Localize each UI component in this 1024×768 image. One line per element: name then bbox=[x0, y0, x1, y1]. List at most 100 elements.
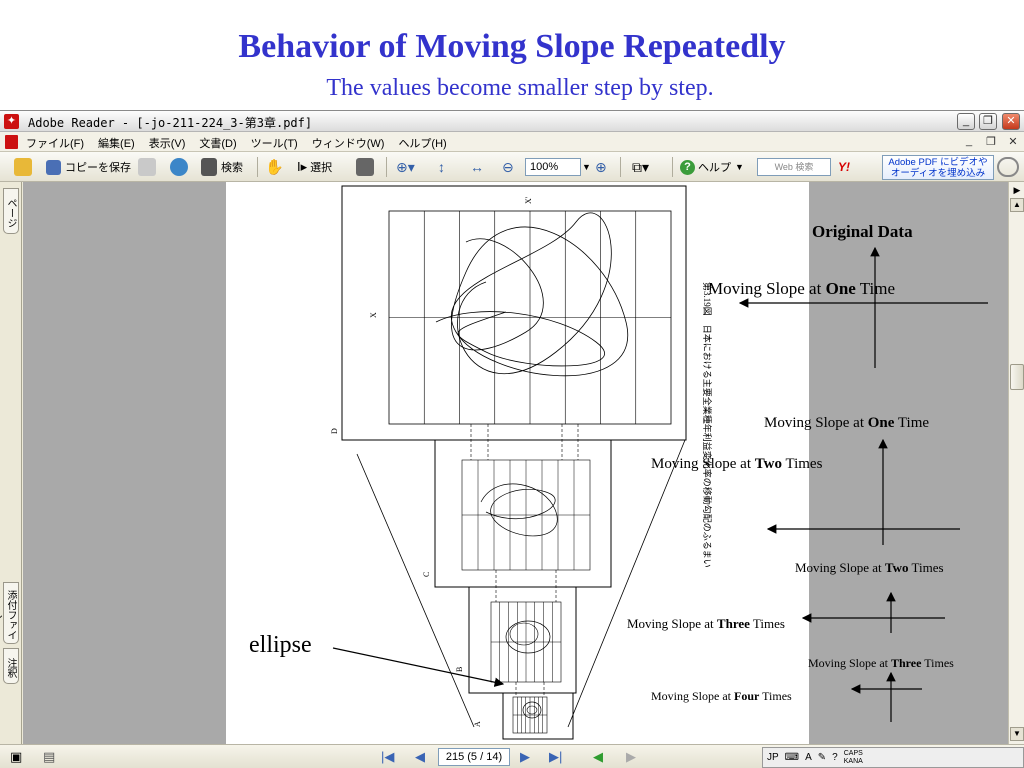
save-copy-label: コピーを保存 bbox=[65, 162, 131, 174]
save-icon bbox=[46, 159, 61, 175]
pen-icon[interactable]: ✎ bbox=[818, 752, 826, 763]
fit-page-icon: ↕ bbox=[438, 159, 445, 175]
search-button[interactable]: 検索 bbox=[201, 157, 243, 177]
camera-icon bbox=[356, 158, 374, 176]
scroll-down-icon[interactable]: ▼ bbox=[1010, 727, 1024, 741]
previous-page-icon[interactable]: ◀ bbox=[415, 749, 425, 765]
adobe-logo-icon bbox=[997, 157, 1019, 177]
document-icon[interactable] bbox=[5, 135, 18, 149]
chevron-down-icon: ▼ bbox=[735, 162, 744, 172]
adobe-reader-icon: ✦ bbox=[4, 114, 19, 129]
chevron-down-icon: ▼ bbox=[582, 162, 591, 172]
panel-label-d: D bbox=[330, 428, 339, 434]
menu-document[interactable]: 文書(D) bbox=[199, 135, 236, 151]
yahoo-search-button[interactable]: Y! bbox=[838, 157, 850, 177]
adobe-logo bbox=[997, 157, 1019, 177]
minimize-button[interactable]: _ bbox=[957, 113, 975, 130]
slide-subtitle: The values become smaller step by step. bbox=[326, 75, 714, 101]
open-button[interactable] bbox=[14, 157, 32, 177]
scroll-thumb[interactable] bbox=[1010, 364, 1024, 390]
fit-width-button[interactable]: ↔ bbox=[470, 157, 484, 177]
fit-page-button[interactable]: ↕ bbox=[438, 157, 445, 177]
zoom-out-button[interactable]: ⊖ bbox=[502, 157, 514, 177]
pages-view-button[interactable]: ⧉▾ bbox=[632, 157, 649, 177]
doc-restore-icon[interactable]: ❐ bbox=[984, 135, 998, 148]
ime-mode[interactable]: A bbox=[805, 752, 812, 763]
figure-caption: 第3.19図 日本における主要全業種年利益変化率の移動勾配のふるまい bbox=[702, 282, 713, 568]
close-button[interactable]: ✕ bbox=[1002, 113, 1020, 130]
scroll-right-icon[interactable]: ▶ bbox=[1010, 184, 1024, 198]
help-icon[interactable]: ? bbox=[832, 752, 838, 763]
zoom-out-icon: ⊖ bbox=[502, 158, 514, 175]
panel-label-c: C bbox=[422, 572, 431, 577]
tab-pages[interactable]: ページ bbox=[3, 188, 19, 234]
pdf-page: D X X' C B A 第3.19図 日本における主要全業種年利益変化率の移動… bbox=[226, 182, 809, 744]
window-title: Adobe Reader - [-jo-211-224_3-第3章.pdf] bbox=[28, 116, 313, 130]
scroll-up-icon[interactable]: ▲ bbox=[1010, 198, 1024, 212]
zoom-in-button[interactable]: ⊕ bbox=[595, 157, 607, 177]
navigation-panel: ページ 添付ファイル 注釈 bbox=[0, 182, 22, 744]
zoom-dropdown[interactable]: ▼ bbox=[582, 157, 591, 177]
email-icon bbox=[170, 158, 188, 176]
back-view-icon[interactable]: ◀ bbox=[593, 749, 603, 765]
menu-bar: ファイル(F) 編集(E) 表示(V) 文書(D) ツール(T) ウィンドウ(W… bbox=[0, 132, 1024, 152]
first-page-icon[interactable]: |◀ bbox=[381, 749, 394, 765]
fit-width-icon: ↔ bbox=[470, 159, 484, 175]
hand-tool-button[interactable]: ✋ bbox=[265, 157, 284, 177]
ime-toolbar[interactable]: JP ⌨ A ✎ ? CAPS KANA bbox=[762, 747, 1024, 768]
printer-icon bbox=[138, 158, 156, 176]
menu-edit[interactable]: 編集(E) bbox=[98, 135, 135, 151]
hand-icon: ✋ bbox=[265, 159, 284, 176]
binoculars-icon bbox=[201, 158, 217, 176]
next-page-icon[interactable]: ▶ bbox=[520, 749, 530, 765]
axis-y-label: X' bbox=[524, 196, 533, 204]
status-bar: ▣ ▤ |◀ ◀ 215 (5 / 14) ▶ ▶| ◀ ▶ JP ⌨ A ✎ … bbox=[0, 744, 1024, 768]
help-button[interactable]: ? ヘルプ ▼ bbox=[680, 157, 744, 177]
slide-title: Behavior of Moving Slope Repeatedly bbox=[238, 28, 786, 65]
select-label: 選択 bbox=[310, 162, 333, 174]
tab-comments[interactable]: 注釈 bbox=[3, 648, 19, 684]
search-label: 検索 bbox=[221, 162, 243, 174]
menu-view[interactable]: 表示(V) bbox=[149, 135, 186, 151]
zoom-in-icon: ⊕ bbox=[595, 158, 607, 175]
last-page-icon[interactable]: ▶| bbox=[549, 749, 562, 765]
document-view[interactable]: D X X' C B A 第3.19図 日本における主要全業種年利益変化率の移動… bbox=[23, 182, 1008, 744]
web-search-input[interactable]: Web 検索 bbox=[757, 158, 831, 176]
menu-help[interactable]: ヘルプ(H) bbox=[398, 135, 446, 151]
adobe-promo-link[interactable]: Adobe PDF にビデオや オーディオを埋め込み bbox=[882, 155, 994, 180]
title-bar[interactable]: ✦ Adobe Reader - [-jo-211-224_3-第3章.pdf]… bbox=[0, 111, 1024, 132]
lock-status: CAPS KANA bbox=[843, 749, 863, 765]
text-cursor-icon: I▸ bbox=[297, 159, 308, 174]
select-tool-button[interactable]: I▸ 選択 bbox=[297, 157, 332, 177]
help-label: ヘルプ bbox=[698, 162, 731, 174]
panel-label-a: A bbox=[473, 721, 482, 727]
email-button[interactable] bbox=[170, 157, 188, 177]
vertical-scrollbar[interactable]: ▶ ▲ ▼ bbox=[1008, 182, 1024, 744]
restore-button[interactable]: ❐ bbox=[979, 113, 997, 130]
reader-window: ✦ Adobe Reader - [-jo-211-224_3-第3章.pdf]… bbox=[0, 110, 1024, 768]
menu-tools[interactable]: ツール(T) bbox=[251, 135, 298, 151]
folder-icon bbox=[14, 158, 32, 176]
save-copy-button[interactable]: コピーを保存 bbox=[46, 157, 131, 177]
print-button[interactable] bbox=[138, 157, 156, 177]
page-number-input[interactable]: 215 (5 / 14) bbox=[438, 748, 510, 766]
keyboard-icon[interactable]: ⌨ bbox=[785, 752, 799, 763]
zoom-input[interactable]: 100% bbox=[525, 158, 581, 176]
doc-close-icon[interactable]: ✕ bbox=[1006, 135, 1020, 148]
page-layout-icon: ⧉▾ bbox=[632, 158, 650, 175]
panel-label-b: B bbox=[455, 667, 464, 672]
menu-file[interactable]: ファイル(F) bbox=[26, 135, 84, 151]
toolbar: コピーを保存 検索 ✋ I▸ 選択 ⊕▾ ↕ ↔ ⊖ 100% ▼ ⊕ ⧉▾ ?… bbox=[0, 152, 1024, 182]
snapshot-button[interactable] bbox=[356, 157, 374, 177]
forward-view-icon[interactable]: ▶ bbox=[626, 749, 636, 765]
page-setup-icon[interactable]: ▤ bbox=[43, 749, 55, 765]
screen-icon[interactable]: ▣ bbox=[10, 749, 22, 765]
help-icon: ? bbox=[680, 159, 695, 175]
figure-diagram: D X X' C B A 第3.19図 日本における主要全業種年利益変化率の移動… bbox=[330, 185, 713, 740]
tab-attachments[interactable]: 添付ファイル bbox=[0, 582, 19, 644]
menu-window[interactable]: ウィンドウ(W) bbox=[312, 135, 385, 151]
doc-minimize-icon[interactable]: _ bbox=[962, 135, 976, 148]
axis-x-label: X bbox=[369, 312, 378, 318]
zoom-tool-button[interactable]: ⊕▾ bbox=[396, 157, 415, 177]
ime-language[interactable]: JP bbox=[767, 752, 779, 763]
